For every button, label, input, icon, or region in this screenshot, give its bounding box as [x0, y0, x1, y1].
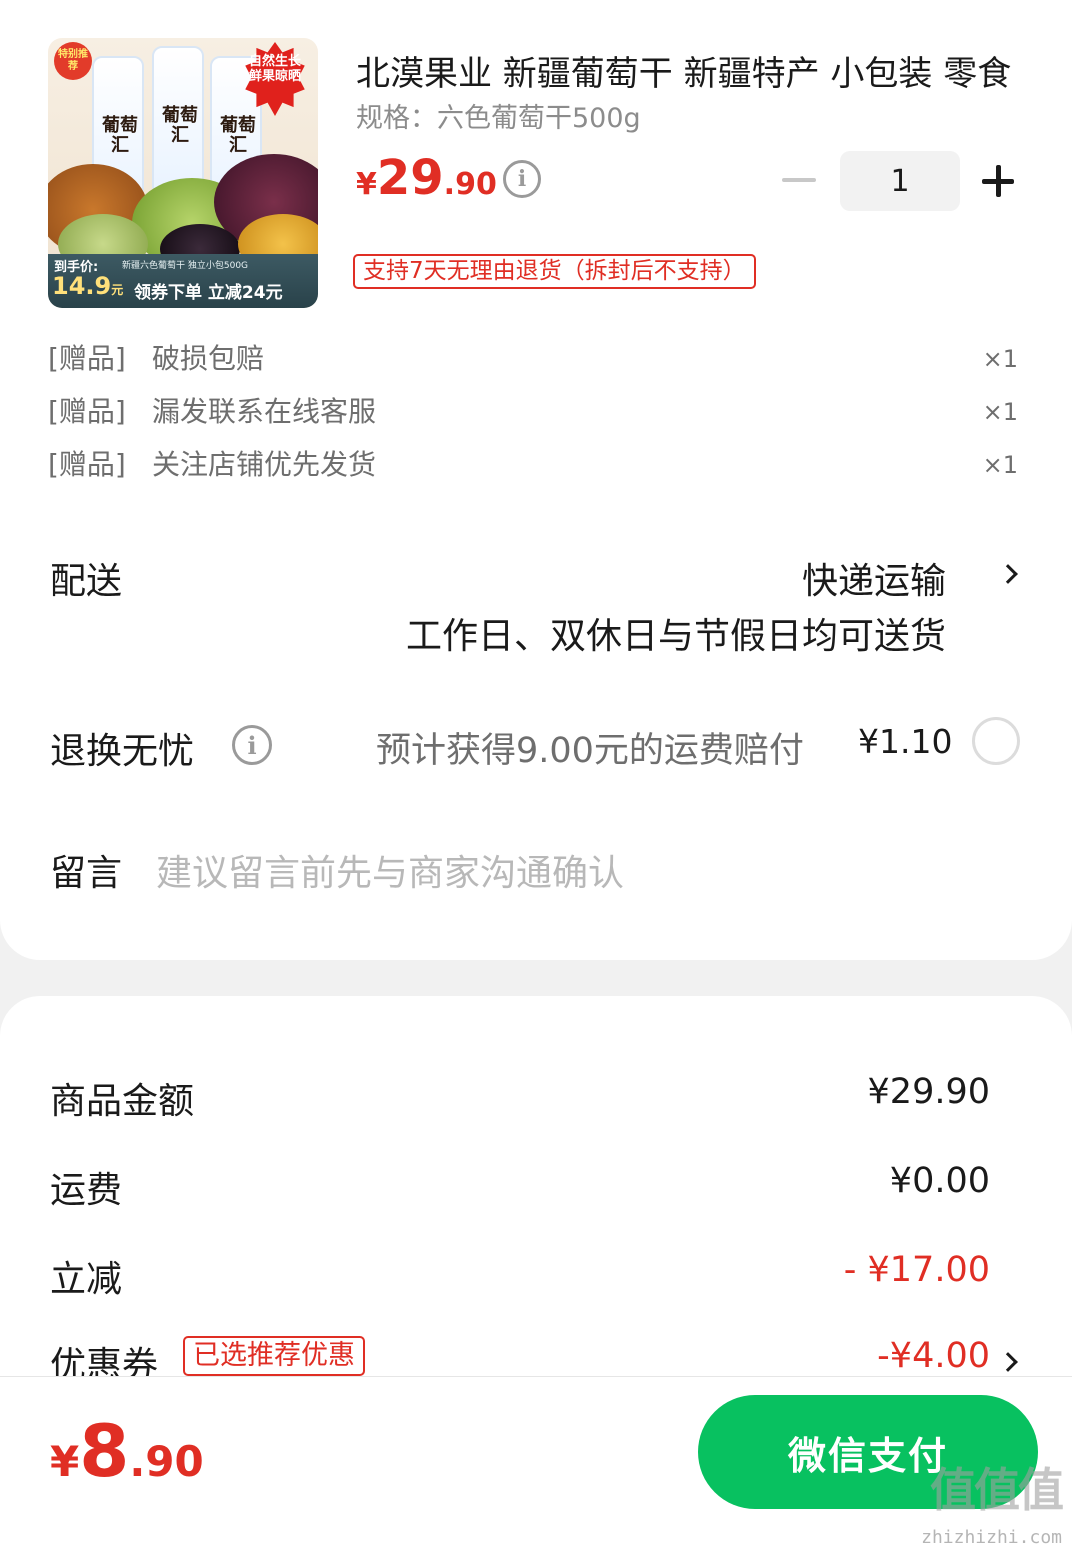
- increase-quantity-button[interactable]: [982, 165, 1014, 197]
- coupon-selected-badge: 已选推荐优惠: [183, 1336, 365, 1376]
- coupon-value: -¥4.00: [877, 1336, 990, 1376]
- discount-row: 立减 - ¥17.00: [50, 1250, 990, 1300]
- checkout-bar: ¥8.90 微信支付 值值值 zhizhizhi.com: [0, 1376, 1072, 1556]
- order-card: 葡萄汇 葡萄汇 葡萄汇 特别推荐 自然生长 鲜果晾晒 到手价: 14.9元 新疆…: [0, 0, 1072, 960]
- goods-amount-row: 商品金额 ¥29.90: [50, 1072, 990, 1122]
- product-price: ¥29.90: [356, 150, 497, 206]
- goods-amount-label: 商品金额: [50, 1081, 195, 1122]
- shipping-fee-label: 运费: [50, 1170, 123, 1211]
- total-price: ¥8.90: [50, 1409, 204, 1493]
- discount-label: 立减: [50, 1259, 123, 1300]
- delivery-method[interactable]: 快递运输: [802, 552, 946, 604]
- chevron-right-icon[interactable]: [998, 564, 1018, 584]
- delivery-label: 配送: [50, 561, 123, 602]
- info-icon[interactable]: i: [503, 160, 541, 198]
- gift-name: 漏发联系在线客服: [152, 395, 377, 428]
- watermark-logo: 值值值: [930, 1463, 1064, 1517]
- banner-promo: 领券下单 立减24元: [134, 283, 283, 303]
- product-image[interactable]: 葡萄汇 葡萄汇 葡萄汇 特别推荐 自然生长 鲜果晾晒 到手价: 14.9元 新疆…: [48, 38, 318, 308]
- message-label: 留言: [50, 853, 123, 894]
- recommend-badge: 特别推荐: [54, 42, 92, 80]
- starburst-text: 自然生长 鲜果晾晒: [248, 54, 301, 84]
- product-title[interactable]: 北漠果业 新疆葡萄干 新疆特产 小包装 零食: [356, 46, 1016, 95]
- return-insurance-text: 预计获得9.00元的运费赔付: [376, 731, 804, 771]
- gift-tag: [赠品]: [48, 342, 126, 375]
- gift-tag: [赠品]: [48, 395, 126, 428]
- goods-amount-value: ¥29.90: [867, 1072, 990, 1112]
- gift-item: [赠品] 漏发联系在线客服 ×1: [48, 390, 1028, 430]
- shipping-fee-value: ¥0.00: [889, 1161, 990, 1201]
- info-icon[interactable]: i: [232, 725, 272, 765]
- quantity-input[interactable]: 1: [840, 151, 960, 211]
- decrease-quantity-button[interactable]: [782, 178, 816, 182]
- gift-name: 破损包赔: [152, 342, 265, 375]
- package-graphic: 葡萄汇: [152, 46, 204, 196]
- gift-count: ×1: [982, 345, 1018, 373]
- banner-subtitle: 新疆六色葡萄干 独立小包500G: [122, 261, 249, 271]
- product-spec[interactable]: 规格：六色葡萄干500g: [356, 96, 641, 135]
- delivery-note: 工作日、双休日与节假日均可送货: [405, 616, 946, 657]
- chevron-right-icon[interactable]: [998, 1352, 1018, 1372]
- gift-tag: [赠品]: [48, 448, 126, 481]
- shipping-fee-row: 运费 ¥0.00: [50, 1161, 990, 1211]
- return-policy-badge: 支持7天无理由退货（拆封后不支持）: [353, 254, 756, 289]
- return-insurance-price: ¥1.10: [858, 722, 953, 761]
- gift-name: 关注店铺优先发货: [152, 448, 377, 481]
- return-insurance-label: 退换无忧: [50, 731, 195, 772]
- gift-item: [赠品] 关注店铺优先发货 ×1: [48, 443, 1028, 483]
- discount-value: - ¥17.00: [843, 1250, 990, 1290]
- banner-price: 14.9元: [52, 272, 124, 300]
- price-banner: 到手价: 14.9元 新疆六色葡萄干 独立小包500G 领券下单 立减24元: [48, 254, 318, 308]
- message-input[interactable]: 建议留言前先与商家沟通确认: [156, 844, 624, 896]
- return-insurance-radio[interactable]: [972, 717, 1020, 765]
- gift-count: ×1: [982, 398, 1018, 426]
- watermark-domain: zhizhizhi.com: [921, 1527, 1062, 1548]
- gift-item: [赠品] 破损包赔 ×1: [48, 337, 1028, 377]
- gift-count: ×1: [982, 451, 1018, 479]
